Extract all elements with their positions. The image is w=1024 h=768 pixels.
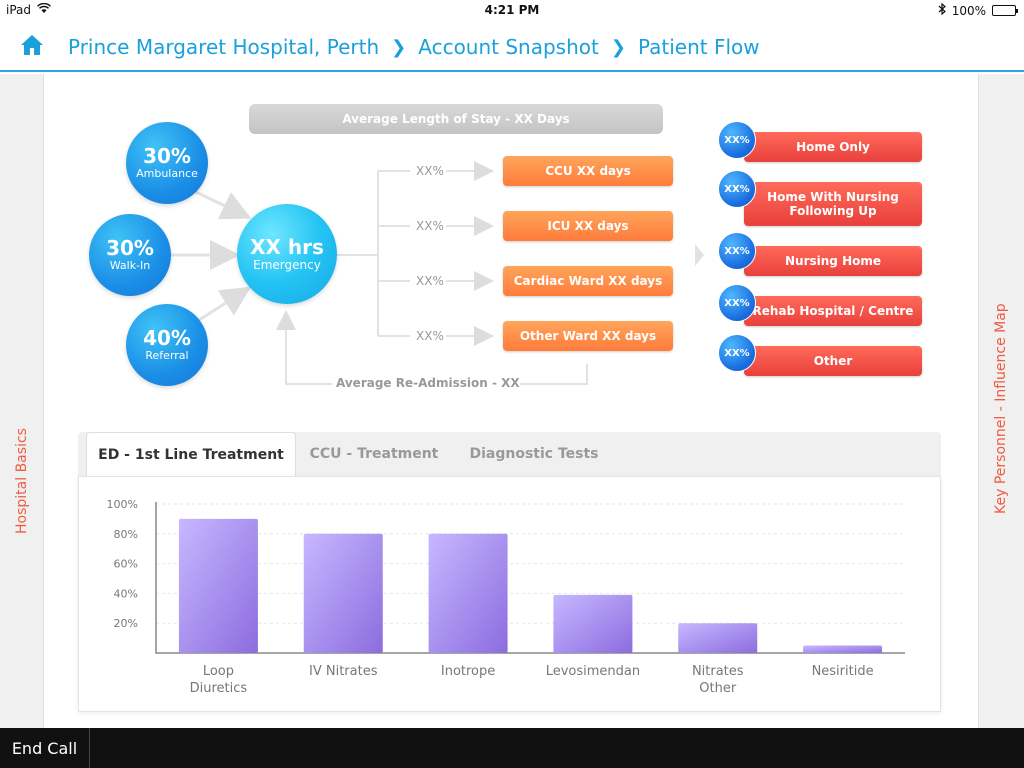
side-panel-right[interactable]: Key Personnel - Influence Map [978,74,1024,728]
chart-bar[interactable] [303,533,383,653]
home-with-nursing-button[interactable]: Home With Nursing Following Up [744,182,922,226]
chevron-right-icon: ❯ [391,36,407,58]
key-personnel-tab[interactable]: Key Personnel - Influence Map [993,303,1009,514]
status-right: 100% [938,2,1018,18]
clock: 4:21 PM [484,3,540,17]
referral-label: Referral [145,349,189,362]
average-readmission-label: Average Re-Admission - XX [336,376,520,390]
x-tick-label: Diuretics [190,681,248,696]
chart-bar[interactable] [428,533,508,653]
nursing-home-button[interactable]: Nursing Home [744,246,922,276]
battery-icon [992,5,1018,16]
cardiac-ward-percent: XX% [416,274,444,288]
chart-canvas: 100% 80% 60% 40% 20% Loop Diuretics IV Nitrates… [107,498,905,696]
home-only-button[interactable]: Home Only [744,132,922,162]
referral-circle[interactable]: 40% Referral [126,304,208,386]
footer-bar: End Call [0,728,1024,768]
x-tick-label: Other [699,681,737,696]
home-icon[interactable] [20,34,44,60]
breadcrumb-hospital[interactable]: Prince Margaret Hospital, Perth [68,35,379,59]
tab-ed-1st-line-treatment[interactable]: ED - 1st Line Treatment [86,432,296,477]
emergency-circle[interactable]: XX hrs Emergency [237,204,337,304]
cardiac-ward-button[interactable]: Cardiac Ward XX days [503,266,673,296]
bluetooth-icon [938,2,946,18]
y-tick-label: 40% [114,587,138,600]
breadcrumb: Prince Margaret Hospital, Perth ❯ Accoun… [68,35,760,59]
x-tick-label: Nitrates [692,664,744,679]
y-tick-label: 100% [107,498,138,511]
y-tick-label: 20% [114,617,138,630]
breadcrumb-account-snapshot[interactable]: Account Snapshot [418,35,599,59]
home-only-badge: XX% [718,121,756,159]
x-tick-label: IV Nitrates [309,664,378,679]
chart-bar[interactable] [803,645,883,653]
ccu-ward-button[interactable]: CCU XX days [503,156,673,186]
other-ward-percent: XX% [416,329,444,343]
status-bar: iPad 4:21 PM 100% [0,0,1024,22]
tab-bar: ED - 1st Line Treatment CCU - Treatment … [78,432,941,477]
referral-percent: 40% [143,326,191,350]
x-tick-label: Nesiritide [812,664,874,679]
ccu-percent: XX% [416,164,444,178]
emergency-hours: XX hrs [250,235,324,259]
ambulance-label: Ambulance [136,167,198,180]
ambulance-circle[interactable]: 30% Ambulance [126,122,208,204]
side-panel-left[interactable]: Hospital Basics [0,74,44,728]
end-call-button[interactable]: End Call [0,728,90,768]
other-ward-button[interactable]: Other Ward XX days [503,321,673,351]
breadcrumb-patient-flow[interactable]: Patient Flow [638,35,760,59]
hospital-basics-tab[interactable]: Hospital Basics [14,428,30,534]
walk-in-label: Walk-In [109,259,151,272]
y-tick-label: 60% [114,558,138,571]
treatment-bar-chart: 100% 80% 60% 40% 20% Loop Diuretics IV Nitrates… [78,476,941,712]
tab-ccu-treatment[interactable]: CCU - Treatment [304,432,444,476]
treatment-panel: ED - 1st Line Treatment CCU - Treatment … [78,432,941,712]
x-tick-label: Levosimendan [546,664,640,679]
chevron-right-icon: ❯ [610,36,626,58]
average-length-of-stay-bar[interactable]: Average Length of Stay - XX Days [249,104,663,134]
patient-flow-diagram: Average Length of Stay - XX Days 30% Amb… [44,74,978,404]
walk-in-percent: 30% [106,236,154,260]
x-tick-label: Inotrope [441,664,495,679]
chart-axis [155,502,905,654]
x-tick-label: Loop [203,664,234,679]
home-with-nursing-badge: XX% [718,170,756,208]
rehab-hospital-button[interactable]: Rehab Hospital / Centre [744,296,922,326]
icu-percent: XX% [416,219,444,233]
emergency-label: Emergency [253,258,321,272]
other-outcome-badge: XX% [718,334,756,372]
chart-bar[interactable] [678,623,758,653]
walk-in-circle[interactable]: 30% Walk-In [89,214,171,296]
chart-bar[interactable] [178,518,258,653]
icu-ward-button[interactable]: ICU XX days [503,211,673,241]
y-tick-label: 80% [114,528,138,541]
other-outcome-button[interactable]: Other [744,346,922,376]
rehab-hospital-badge: XX% [718,284,756,322]
chart-bar[interactable] [553,594,633,653]
tab-diagnostic-tests[interactable]: Diagnostic Tests [464,432,604,476]
nursing-home-badge: XX% [718,232,756,270]
battery-percent: 100% [951,3,986,18]
ambulance-percent: 30% [143,144,191,168]
nav-bar: Prince Margaret Hospital, Perth ❯ Accoun… [0,22,1024,72]
